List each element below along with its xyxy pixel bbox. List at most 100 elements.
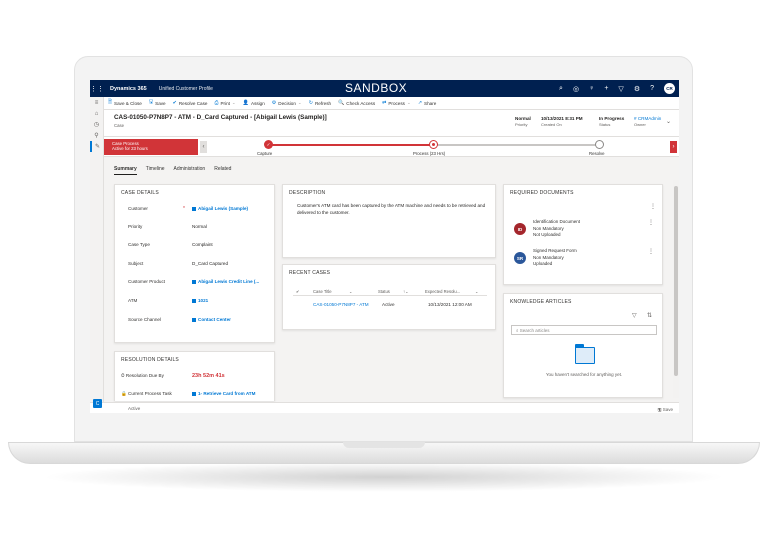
resolve-case-button[interactable]: ✔ Resolve Case [173,100,208,106]
chevron-right-icon[interactable]: › [670,141,677,153]
stage-process-label[interactable]: Process (23 Hrs) [413,151,445,156]
source-channel-lookup[interactable]: Contact Center [192,317,231,322]
table-row[interactable]: CAS-01050-P7N8P7 - ATM Active 10/13/2021… [293,300,487,310]
save-button[interactable]: 🖫 Save [149,99,166,107]
active-process-flag[interactable]: Case Process Active for 23 hours [104,139,198,155]
description-text[interactable]: Customer's ATM card has been captured by… [297,203,492,216]
scrollbar[interactable] [673,180,679,398]
stage-process-icon[interactable] [429,140,438,149]
header-field-owner[interactable]: # CRMAdmin Owner [634,116,661,127]
status-value: In Progress [599,116,625,121]
source-channel-value[interactable]: Contact Center [198,317,231,322]
settings-icon[interactable]: ⚙ [634,85,640,93]
chevron-down-icon[interactable]: ⌄ [475,289,479,294]
section-title: RECENT CASES [289,270,331,276]
lightbulb-icon[interactable]: ♀ [589,85,594,92]
search-input[interactable]: ⌕ Search articles [511,325,657,335]
stage-capture-label[interactable]: Capture [257,151,272,156]
add-icon[interactable]: + [604,85,608,92]
process-task-value[interactable]: 1- Retrieve Card from ATM [198,391,255,396]
tab-related[interactable]: Related [214,166,231,175]
check-access-button[interactable]: 🔍 Check Access [338,100,375,106]
brand-name[interactable]: Dynamics 365 [110,86,147,92]
more-options-icon[interactable]: ⋮ [650,203,656,210]
recent-icon[interactable]: ◷ [90,119,103,130]
task-icon[interactable]: ◎ [573,85,579,93]
column-expected-resolution[interactable]: Expected Resolu... [425,289,460,294]
chevron-left-icon[interactable]: ‹ [200,141,207,153]
process-task-lookup[interactable]: 1- Retrieve Card from ATM [192,391,255,396]
stage-resolve-icon[interactable] [595,140,604,149]
list-item[interactable]: ID Identification Document Non Mandatory N… [514,219,656,243]
menu-icon[interactable]: ≡ [90,97,103,108]
resolve-case-label: Resolve Case [178,100,208,106]
tab-administration[interactable]: Administration [174,166,206,175]
field-label: ATM [128,298,138,303]
tab-timeline[interactable]: Timeline [146,166,165,175]
copilot-icon[interactable]: C [93,399,102,408]
assign-button[interactable]: 👤 Assign [243,100,265,106]
field-label: Customer Product [128,279,166,284]
print-button[interactable]: ⎙ Print ⌄ [214,100,235,106]
document-name: Signed Request Form [533,248,577,253]
more-options-icon[interactable]: ⋮ [648,248,654,255]
contact-icon [192,206,196,211]
avatar[interactable]: CR [664,83,675,94]
edit-icon[interactable]: ✎ [90,141,103,152]
atm-value[interactable]: 1021 [198,298,208,303]
statusbar-save-button[interactable]: 🖫 Save [658,406,673,413]
section-title: DESCRIPTION [289,190,326,196]
filter-icon[interactable]: ▽ [618,85,623,93]
refresh-button[interactable]: ↻ Refresh [309,100,331,106]
section-title: KNOWLEDGE ARTICLES [510,299,572,305]
priority-value: Normal [515,116,531,121]
app-launcher-icon[interactable]: ⋮⋮ [90,80,104,97]
share-icon: ↗ [417,100,423,106]
scrollbar-thumb[interactable] [674,186,678,376]
list-item[interactable]: SR Signed Request Form Non Mandatory Uploa… [514,248,656,272]
product-icon [192,279,196,284]
more-options-icon[interactable]: ⋮ [648,219,654,226]
customer-product-lookup[interactable]: Abigail Lewis Credit Line (... [192,279,259,284]
customer-lookup[interactable]: Abigail Lewis (Sample) [192,206,248,211]
customer-product-value[interactable]: Abigail Lewis Credit Line (... [198,279,259,284]
owner-value[interactable]: # CRMAdmin [634,116,661,121]
home-icon[interactable]: ⌂ [90,108,103,119]
chevron-down-icon[interactable]: ⌄ [349,289,353,294]
field-label: Source Channel [128,317,161,322]
sort-icon[interactable]: ⇅ [647,312,652,319]
column-case-title[interactable]: Case Title [313,289,332,294]
created-label: Created On [541,122,562,127]
expand-header-icon[interactable]: ⌄ [666,118,671,125]
column-status[interactable]: Status [378,289,390,294]
process-button[interactable]: ⇄ Process ⌄ [382,100,411,106]
left-navigation: ≡ ⌂ ◷ ⚲ ✎ [90,97,104,413]
atm-lookup[interactable]: 1021 [192,298,208,303]
customer-value[interactable]: Abigail Lewis (Sample) [198,206,248,211]
avatar: ID [514,223,526,235]
case-title-link[interactable]: CAS-01050-P7N8P7 - ATM [313,302,369,307]
select-all-checkbox[interactable]: ✔ [296,289,300,294]
decision-button[interactable]: ⚙ Decision ⌄ [272,100,302,106]
app-name[interactable]: Unified Customer Profile [159,86,213,92]
filter-icon[interactable]: ▽ [632,312,637,319]
stage-resolve-label[interactable]: Resolve [589,151,605,156]
search-icon[interactable]: ⌕ [559,85,563,93]
field-label: Case Type [128,242,150,247]
description-section: DESCRIPTION Customer's ATM card has been… [282,184,496,258]
sort-icon[interactable]: ↑⌄ [403,289,409,294]
case-type-field[interactable]: Complaint [192,242,213,247]
form-tabs: Summary Timeline Administration Related [114,166,231,175]
pinned-icon[interactable]: ⚲ [90,130,103,141]
required-marker: * [183,206,185,212]
save-close-button[interactable]: 🗎 Save & Close [108,99,142,107]
command-bar: 🗎 Save & Close 🖫 Save ✔ Resolve Case ⎙ Print… [104,97,679,110]
process-icon: ⇄ [382,100,387,106]
required-documents-section: REQUIRED DOCUMENTS ⋮ ID Identification D… [503,184,663,285]
help-icon[interactable]: ? [650,85,654,92]
tab-summary[interactable]: Summary [114,166,137,175]
share-button[interactable]: ↗ Share [418,100,436,106]
priority-field[interactable]: Normal [192,224,207,229]
stage-capture-icon[interactable]: ✓ [264,140,273,149]
subject-field[interactable]: D_Card Captured [192,261,228,266]
